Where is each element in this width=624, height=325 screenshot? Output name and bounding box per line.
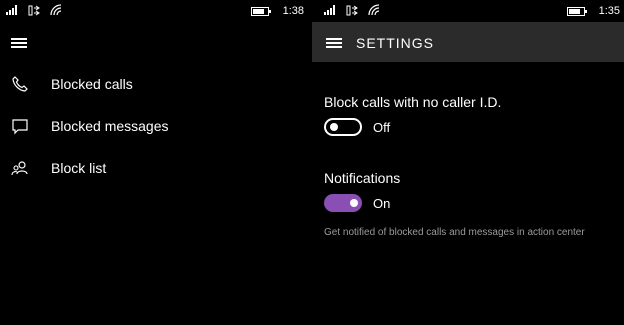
right-screen: 1:35 SETTINGS Block calls with no caller…: [312, 0, 624, 325]
signal-icon: [6, 5, 17, 15]
nav-label: Blocked calls: [51, 76, 133, 92]
nav-item-blocked-calls[interactable]: Blocked calls: [0, 66, 312, 102]
battery-icon: [250, 6, 271, 16]
nav-label: Blocked messages: [51, 118, 169, 134]
block-no-caller-id-toggle[interactable]: [324, 118, 362, 136]
toggle-state-label: On: [373, 196, 391, 211]
left-screen: 1:38 Blocked calls Blocked messages Bloc…: [0, 0, 312, 325]
people-icon: [11, 161, 28, 176]
signal-icon: [324, 5, 335, 15]
status-time: 1:35: [598, 5, 620, 17]
nav-item-blocked-messages[interactable]: Blocked messages: [0, 108, 312, 144]
notifications-hint: Get notified of blocked calls and messag…: [324, 227, 585, 238]
toggle-state-label: Off: [373, 120, 391, 135]
notifications-toggle[interactable]: [324, 194, 362, 212]
settings-header: SETTINGS: [312, 22, 624, 62]
status-bar: 1:38: [0, 0, 312, 22]
block-no-caller-id-label: Block calls with no caller I.D.: [324, 94, 502, 110]
nav-item-block-list[interactable]: Block list: [0, 150, 312, 186]
hamburger-icon[interactable]: [11, 38, 27, 48]
wifi-icon: [50, 4, 62, 16]
notifications-label: Notifications: [324, 170, 401, 186]
wifi-icon: [368, 4, 380, 16]
status-time: 1:38: [282, 5, 304, 17]
toggle-knob: [330, 123, 338, 131]
message-icon: [12, 119, 28, 135]
phone-icon: [12, 76, 28, 92]
data-connection-icon: [28, 5, 40, 16]
page-title: SETTINGS: [356, 35, 435, 51]
data-connection-icon: [346, 5, 358, 16]
nav-label: Block list: [51, 160, 107, 176]
hamburger-icon[interactable]: [326, 38, 342, 48]
status-bar: 1:35: [312, 0, 624, 22]
toggle-knob: [350, 199, 358, 207]
battery-icon: [566, 6, 587, 16]
